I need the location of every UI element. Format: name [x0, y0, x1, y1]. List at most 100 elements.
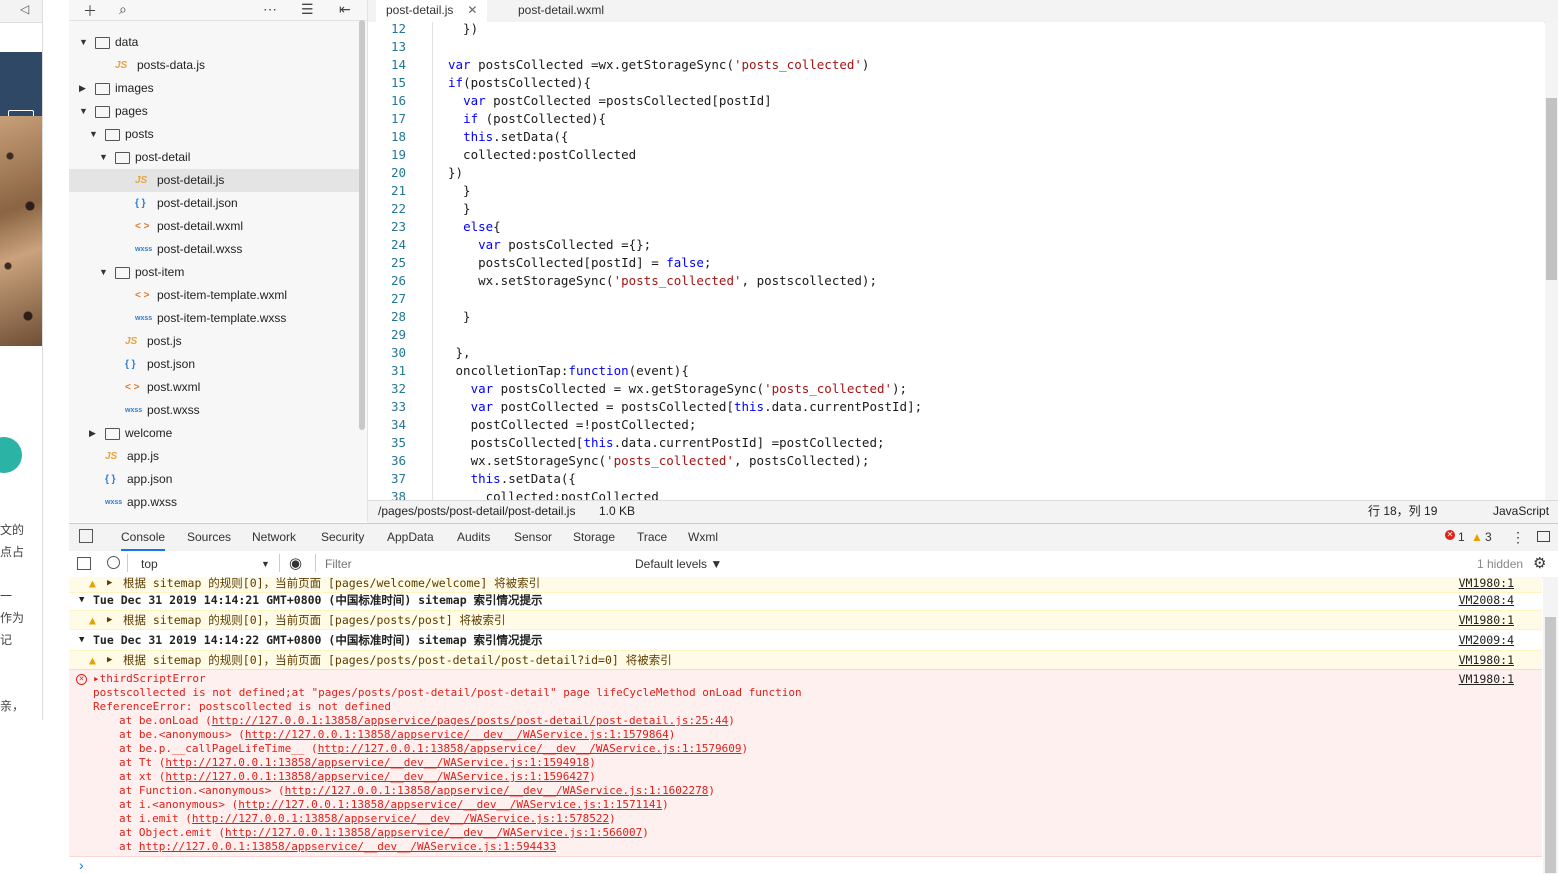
- expand-icon[interactable]: ▶: [107, 611, 112, 629]
- language-mode[interactable]: JavaScript: [1493, 501, 1549, 522]
- devtools-tab-wxml[interactable]: Wxml: [688, 524, 718, 551]
- folder-icon: [95, 83, 110, 95]
- stack-frame-link[interactable]: http://127.0.0.1:13858/appservice/pages/…: [212, 714, 729, 727]
- folder-row[interactable]: ▶ images: [69, 77, 359, 100]
- chevron-down-icon[interactable]: ▼: [79, 31, 88, 54]
- stack-frame-link[interactable]: http://127.0.0.1:13858/appservice/__dev_…: [225, 826, 642, 839]
- sidebar-toggle-icon[interactable]: [77, 557, 91, 570]
- console-source-link[interactable]: VM2008:4: [1459, 591, 1514, 609]
- clear-console-icon[interactable]: [107, 556, 120, 569]
- reference-error-text: ReferenceError: postscollected is not de…: [93, 700, 392, 713]
- chevron-down-icon[interactable]: ▼: [99, 261, 108, 284]
- devtools-tab-audits[interactable]: Audits: [457, 524, 490, 551]
- editor-tab[interactable]: post-detail.js ✕: [376, 0, 488, 24]
- console-warning-row[interactable]: ▲ ▶ 根据 sitemap 的规则[0]，当前页面 [pages/posts/po…: [69, 650, 1542, 670]
- chevron-right-icon[interactable]: ▶: [79, 77, 86, 100]
- chevron-down-icon[interactable]: ▼: [99, 146, 108, 169]
- console-prompt[interactable]: ›: [79, 857, 84, 873]
- file-row[interactable]: < > post-detail.wxml: [69, 215, 359, 238]
- add-icon[interactable]: ＋: [83, 1, 97, 21]
- chevron-down-icon[interactable]: ▼: [79, 591, 84, 609]
- file-row[interactable]: { } post.json: [69, 353, 359, 376]
- error-source-link[interactable]: VM1980:1: [1459, 672, 1514, 686]
- file-row[interactable]: { } post-detail.json: [69, 192, 359, 215]
- tree-scrollbar[interactable]: [359, 20, 365, 430]
- devtools-tab-storage[interactable]: Storage: [573, 524, 615, 551]
- filter-input[interactable]: [323, 554, 627, 574]
- stack-frame-link[interactable]: http://127.0.0.1:13858/appservice/__dev_…: [165, 770, 589, 783]
- devtools-tab-trace[interactable]: Trace: [637, 524, 667, 551]
- expand-icon[interactable]: ▶: [107, 577, 112, 592]
- console-scrollbar[interactable]: [1543, 577, 1558, 874]
- chevron-right-icon[interactable]: ▶: [89, 422, 96, 445]
- search-icon[interactable]: ⌕: [119, 1, 127, 18]
- file-row[interactable]: wxss post.wxss: [69, 399, 359, 422]
- folder-row[interactable]: ▼ posts: [69, 123, 359, 146]
- devtools-tab-security[interactable]: Security: [321, 524, 364, 551]
- file-row[interactable]: JS post.js: [69, 330, 359, 353]
- levels-select[interactable]: Default levels ▼: [635, 551, 722, 577]
- undock-icon[interactable]: [1537, 531, 1550, 542]
- console-source-link[interactable]: VM1980:1: [1459, 577, 1514, 592]
- stack-frame-link[interactable]: http://127.0.0.1:13858/appservice/__dev_…: [245, 728, 669, 741]
- file-row[interactable]: { } app.json: [69, 468, 359, 491]
- folder-row[interactable]: ▼ pages: [69, 100, 359, 123]
- file-row[interactable]: wxss app.wxss: [69, 491, 359, 514]
- chevron-down-icon[interactable]: ▼: [79, 100, 88, 123]
- stack-frame-link[interactable]: http://127.0.0.1:13858/appservice/__dev_…: [165, 756, 589, 769]
- devtools-tab-appdata[interactable]: AppData: [387, 524, 434, 551]
- more-icon[interactable]: ⋯: [263, 1, 277, 18]
- file-row[interactable]: < > post-item-template.wxml: [69, 284, 359, 307]
- context-select[interactable]: top: [141, 551, 158, 577]
- file-row[interactable]: < > post.wxml: [69, 376, 359, 399]
- console-scroll-thumb[interactable]: [1545, 617, 1556, 873]
- stack-frame-link[interactable]: http://127.0.0.1:13858/appservice/__dev_…: [318, 742, 742, 755]
- stack-frame-link[interactable]: http://127.0.0.1:13858/appservice/__dev_…: [192, 812, 609, 825]
- file-row[interactable]: wxss post-detail.wxss: [69, 238, 359, 261]
- console-group-row[interactable]: ▼ Tue Dec 31 2019 14:14:22 GMT+0800 (中国标准…: [69, 631, 1542, 649]
- settings-gear-icon[interactable]: ⚙: [1533, 551, 1546, 577]
- line-number: 16: [390, 93, 406, 108]
- editor-tab[interactable]: post-detail.wxml: [508, 0, 614, 22]
- devtools-tab-sources[interactable]: Sources: [187, 524, 231, 551]
- chevron-down-icon[interactable]: ▼: [89, 123, 98, 146]
- share-icon[interactable]: [0, 437, 22, 473]
- error-title[interactable]: ▸thirdScriptError: [93, 672, 206, 685]
- panel-toggle-icon[interactable]: ⇤: [339, 1, 351, 18]
- warning-icon: ▲: [89, 613, 96, 627]
- file-row[interactable]: JS post-detail.js: [69, 169, 359, 192]
- console-source-link[interactable]: VM1980:1: [1459, 611, 1514, 629]
- code-editor[interactable]: 12 }) 13 14 var postsCollected =wx.getStora…: [368, 22, 1544, 500]
- warning-count[interactable]: 3: [1485, 524, 1492, 551]
- stack-frame-link[interactable]: http://127.0.0.1:13858/appservice/__dev_…: [238, 798, 662, 811]
- chevron-down-icon[interactable]: ▼: [79, 631, 84, 649]
- devtools-tab-console[interactable]: Console: [121, 524, 166, 551]
- close-icon[interactable]: ✕: [467, 3, 477, 17]
- file-row[interactable]: JS posts-data.js: [69, 54, 359, 77]
- inspect-icon[interactable]: [79, 529, 93, 543]
- folder-row[interactable]: ▼ data: [69, 31, 359, 54]
- expand-icon[interactable]: ▶: [107, 651, 112, 669]
- file-row[interactable]: wxss post-item-template.wxss: [69, 307, 359, 330]
- error-count[interactable]: 1: [1458, 524, 1465, 551]
- editor-scrollbar[interactable]: [1545, 22, 1558, 500]
- editor-scroll-thumb[interactable]: [1546, 98, 1557, 280]
- console-source-link[interactable]: VM2009:4: [1459, 631, 1514, 649]
- context-dropdown-icon[interactable]: ▼: [261, 551, 270, 577]
- folder-row[interactable]: ▶ welcome: [69, 422, 359, 445]
- console-source-link[interactable]: VM1980:1: [1459, 651, 1514, 669]
- collapse-icon[interactable]: ☰: [301, 1, 314, 18]
- eye-icon[interactable]: ◉: [289, 551, 302, 577]
- menu-icon[interactable]: ⋮: [1511, 524, 1525, 551]
- volume-icon[interactable]: ◁: [20, 2, 29, 16]
- cursor-position[interactable]: 行 18，列 19: [1368, 501, 1437, 522]
- console-warning-row[interactable]: ▲ ▶ 根据 sitemap 的规则[0]，当前页面 [pages/posts/po…: [69, 610, 1542, 630]
- devtools-tab-sensor[interactable]: Sensor: [514, 524, 552, 551]
- folder-row[interactable]: ▼ post-item: [69, 261, 359, 284]
- devtools-tab-network[interactable]: Network: [252, 524, 296, 551]
- stack-frame-link[interactable]: http://127.0.0.1:13858/appservice/__dev_…: [285, 784, 709, 797]
- folder-row[interactable]: ▼ post-detail: [69, 146, 359, 169]
- file-row[interactable]: JS app.js: [69, 445, 359, 468]
- stack-frame-link[interactable]: http://127.0.0.1:13858/appservice/__dev_…: [139, 840, 556, 853]
- console-group-row[interactable]: ▼ Tue Dec 31 2019 14:14:21 GMT+0800 (中国标准…: [69, 591, 1542, 609]
